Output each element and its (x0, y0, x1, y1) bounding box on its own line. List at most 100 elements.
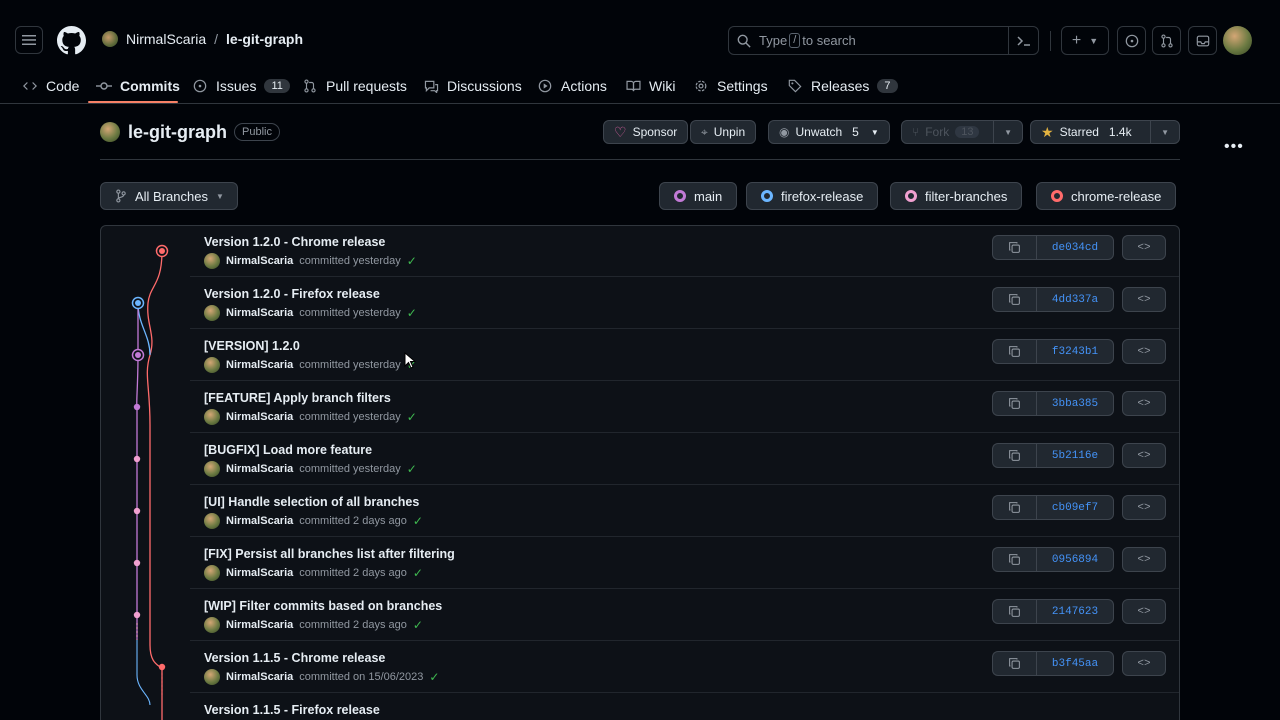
commit-node[interactable] (133, 455, 141, 463)
unwatch-button[interactable]: ◉ Unwatch 5 ▼ (768, 120, 890, 144)
command-palette-icon[interactable] (1008, 27, 1038, 54)
author-avatar (204, 409, 220, 425)
commit-title[interactable]: Version 1.2.0 - Chrome release (204, 235, 385, 249)
chevron-down-icon[interactable]: ▼ (1150, 121, 1169, 143)
commit-title[interactable]: Version 1.1.5 - Chrome release (204, 651, 385, 665)
sponsor-button[interactable]: ♡ Sponsor (603, 120, 689, 144)
copy-sha-button[interactable] (992, 495, 1036, 520)
commit-row[interactable]: Version 1.2.0 - Chrome release NirmalSca… (190, 225, 1179, 277)
commit-node[interactable] (133, 611, 141, 619)
commit-title[interactable]: [VERSION] 1.2.0 (204, 339, 300, 353)
starred-button[interactable]: ★ Starred 1.4k ▼ (1030, 120, 1180, 144)
chevron-down-icon[interactable]: ▼ (993, 121, 1012, 143)
commit-row[interactable]: [FIX] Persist all branches list after fi… (190, 537, 1179, 589)
copy-sha-button[interactable] (992, 391, 1036, 416)
pull-requests-shortcut-button[interactable] (1152, 26, 1181, 55)
commit-author[interactable]: NirmalScaria (226, 463, 293, 475)
commit-sha-link[interactable]: b3f45aa (1036, 651, 1114, 676)
commit-row[interactable]: [WIP] Filter commits based on branches N… (190, 589, 1179, 641)
commit-sha-link[interactable]: de034cd (1036, 235, 1114, 260)
tab-commits[interactable]: Commits (96, 72, 180, 100)
check-icon: ✓ (412, 514, 423, 528)
commit-sha-link[interactable]: f3243b1 (1036, 339, 1114, 364)
tab-issues[interactable]: Issues 11 (192, 72, 290, 100)
browse-code-button[interactable]: <> (1122, 547, 1166, 572)
copy-sha-button[interactable] (992, 651, 1036, 676)
commit-sha-link[interactable]: 5b2116e (1036, 443, 1114, 468)
copy-sha-button[interactable] (992, 235, 1036, 260)
commit-title[interactable]: [UI] Handle selection of all branches (204, 495, 419, 509)
branch-chip-firefox-release[interactable]: firefox-release (746, 182, 879, 210)
breadcrumb-repo[interactable]: le-git-graph (226, 31, 303, 47)
commit-author[interactable]: NirmalScaria (226, 567, 293, 579)
commit-row[interactable]: Version 1.2.0 - Firefox release NirmalSc… (190, 277, 1179, 329)
commit-title[interactable]: [FEATURE] Apply branch filters (204, 391, 391, 405)
commit-author[interactable]: NirmalScaria (226, 515, 293, 527)
tab-code[interactable]: Code (22, 72, 79, 100)
commit-node[interactable] (133, 559, 141, 567)
commit-sha-link[interactable]: 4dd337a (1036, 287, 1114, 312)
commit-author[interactable]: NirmalScaria (226, 411, 293, 423)
copy-sha-button[interactable] (992, 287, 1036, 312)
commit-row[interactable]: Version 1.1.5 - Firefox release (190, 693, 1179, 720)
tab-pull-requests[interactable]: Pull requests (302, 72, 407, 100)
more-options-icon[interactable]: ••• (1224, 138, 1244, 156)
branch-chip-chrome-release[interactable]: chrome-release (1036, 182, 1177, 210)
commit-node[interactable] (158, 663, 166, 671)
tab-actions[interactable]: Actions (537, 72, 607, 100)
commit-author[interactable]: NirmalScaria (226, 307, 293, 319)
browse-code-button[interactable]: <> (1122, 651, 1166, 676)
commit-author[interactable]: NirmalScaria (226, 255, 293, 267)
commit-node[interactable] (133, 403, 141, 411)
copy-icon (1009, 658, 1020, 669)
commit-author[interactable]: NirmalScaria (226, 671, 293, 683)
commit-sha-link[interactable]: 2147623 (1036, 599, 1114, 624)
copy-sha-button[interactable] (992, 443, 1036, 468)
owner-avatar[interactable] (102, 31, 118, 47)
tab-wiki[interactable]: Wiki (625, 72, 675, 100)
browse-code-button[interactable]: <> (1122, 235, 1166, 260)
commit-title[interactable]: [FIX] Persist all branches list after fi… (204, 547, 455, 561)
menu-icon[interactable] (15, 26, 43, 54)
user-avatar[interactable] (1223, 26, 1252, 55)
browse-code-button[interactable]: <> (1122, 339, 1166, 364)
tab-releases[interactable]: Releases 7 (787, 72, 898, 100)
create-new-button[interactable]: + ▼ (1061, 26, 1109, 55)
breadcrumb-owner[interactable]: NirmalScaria (126, 31, 206, 47)
copy-sha-button[interactable] (992, 599, 1036, 624)
tab-settings[interactable]: Settings (693, 72, 768, 100)
commit-row[interactable]: [VERSION] 1.2.0 NirmalScaria committed ye… (190, 329, 1179, 381)
commit-node[interactable] (133, 507, 141, 515)
browse-code-button[interactable]: <> (1122, 391, 1166, 416)
unpin-button[interactable]: ⌖ Unpin (690, 120, 757, 144)
commit-title[interactable]: [BUGFIX] Load more feature (204, 443, 372, 457)
repo-title[interactable]: le-git-graph (128, 122, 227, 143)
commit-title[interactable]: Version 1.1.5 - Firefox release (204, 703, 380, 717)
commit-author[interactable]: NirmalScaria (226, 619, 293, 631)
commit-row[interactable]: [BUGFIX] Load more feature NirmalScaria c… (190, 433, 1179, 485)
commit-row[interactable]: [UI] Handle selection of all branches Ni… (190, 485, 1179, 537)
copy-sha-button[interactable] (992, 339, 1036, 364)
fork-button[interactable]: ⑂ Fork 13 ▼ (901, 120, 1023, 144)
tab-discussions[interactable]: Discussions (423, 72, 522, 100)
commit-sha-link[interactable]: 0956894 (1036, 547, 1114, 572)
commit-row[interactable]: [FEATURE] Apply branch filters NirmalSca… (190, 381, 1179, 433)
commit-sha-link[interactable]: cb09ef7 (1036, 495, 1114, 520)
commit-sha-link[interactable]: 3bba385 (1036, 391, 1114, 416)
commit-title[interactable]: [WIP] Filter commits based on branches (204, 599, 442, 613)
browse-code-button[interactable]: <> (1122, 495, 1166, 520)
notifications-button[interactable] (1188, 26, 1217, 55)
commit-title[interactable]: Version 1.2.0 - Firefox release (204, 287, 380, 301)
browse-code-button[interactable]: <> (1122, 443, 1166, 468)
commit-author[interactable]: NirmalScaria (226, 359, 293, 371)
browse-code-button[interactable]: <> (1122, 599, 1166, 624)
search-input[interactable]: Type / to search (728, 26, 1039, 55)
copy-sha-button[interactable] (992, 547, 1036, 572)
browse-code-button[interactable]: <> (1122, 287, 1166, 312)
branch-chip-filter-branches[interactable]: filter-branches (890, 182, 1023, 210)
github-logo-icon[interactable] (57, 26, 86, 55)
branch-chip-main[interactable]: main (659, 182, 738, 210)
issues-shortcut-button[interactable] (1117, 26, 1146, 55)
all-branches-dropdown[interactable]: All Branches ▼ (100, 182, 238, 210)
commit-row[interactable]: Version 1.1.5 - Chrome release NirmalSca… (190, 641, 1179, 693)
